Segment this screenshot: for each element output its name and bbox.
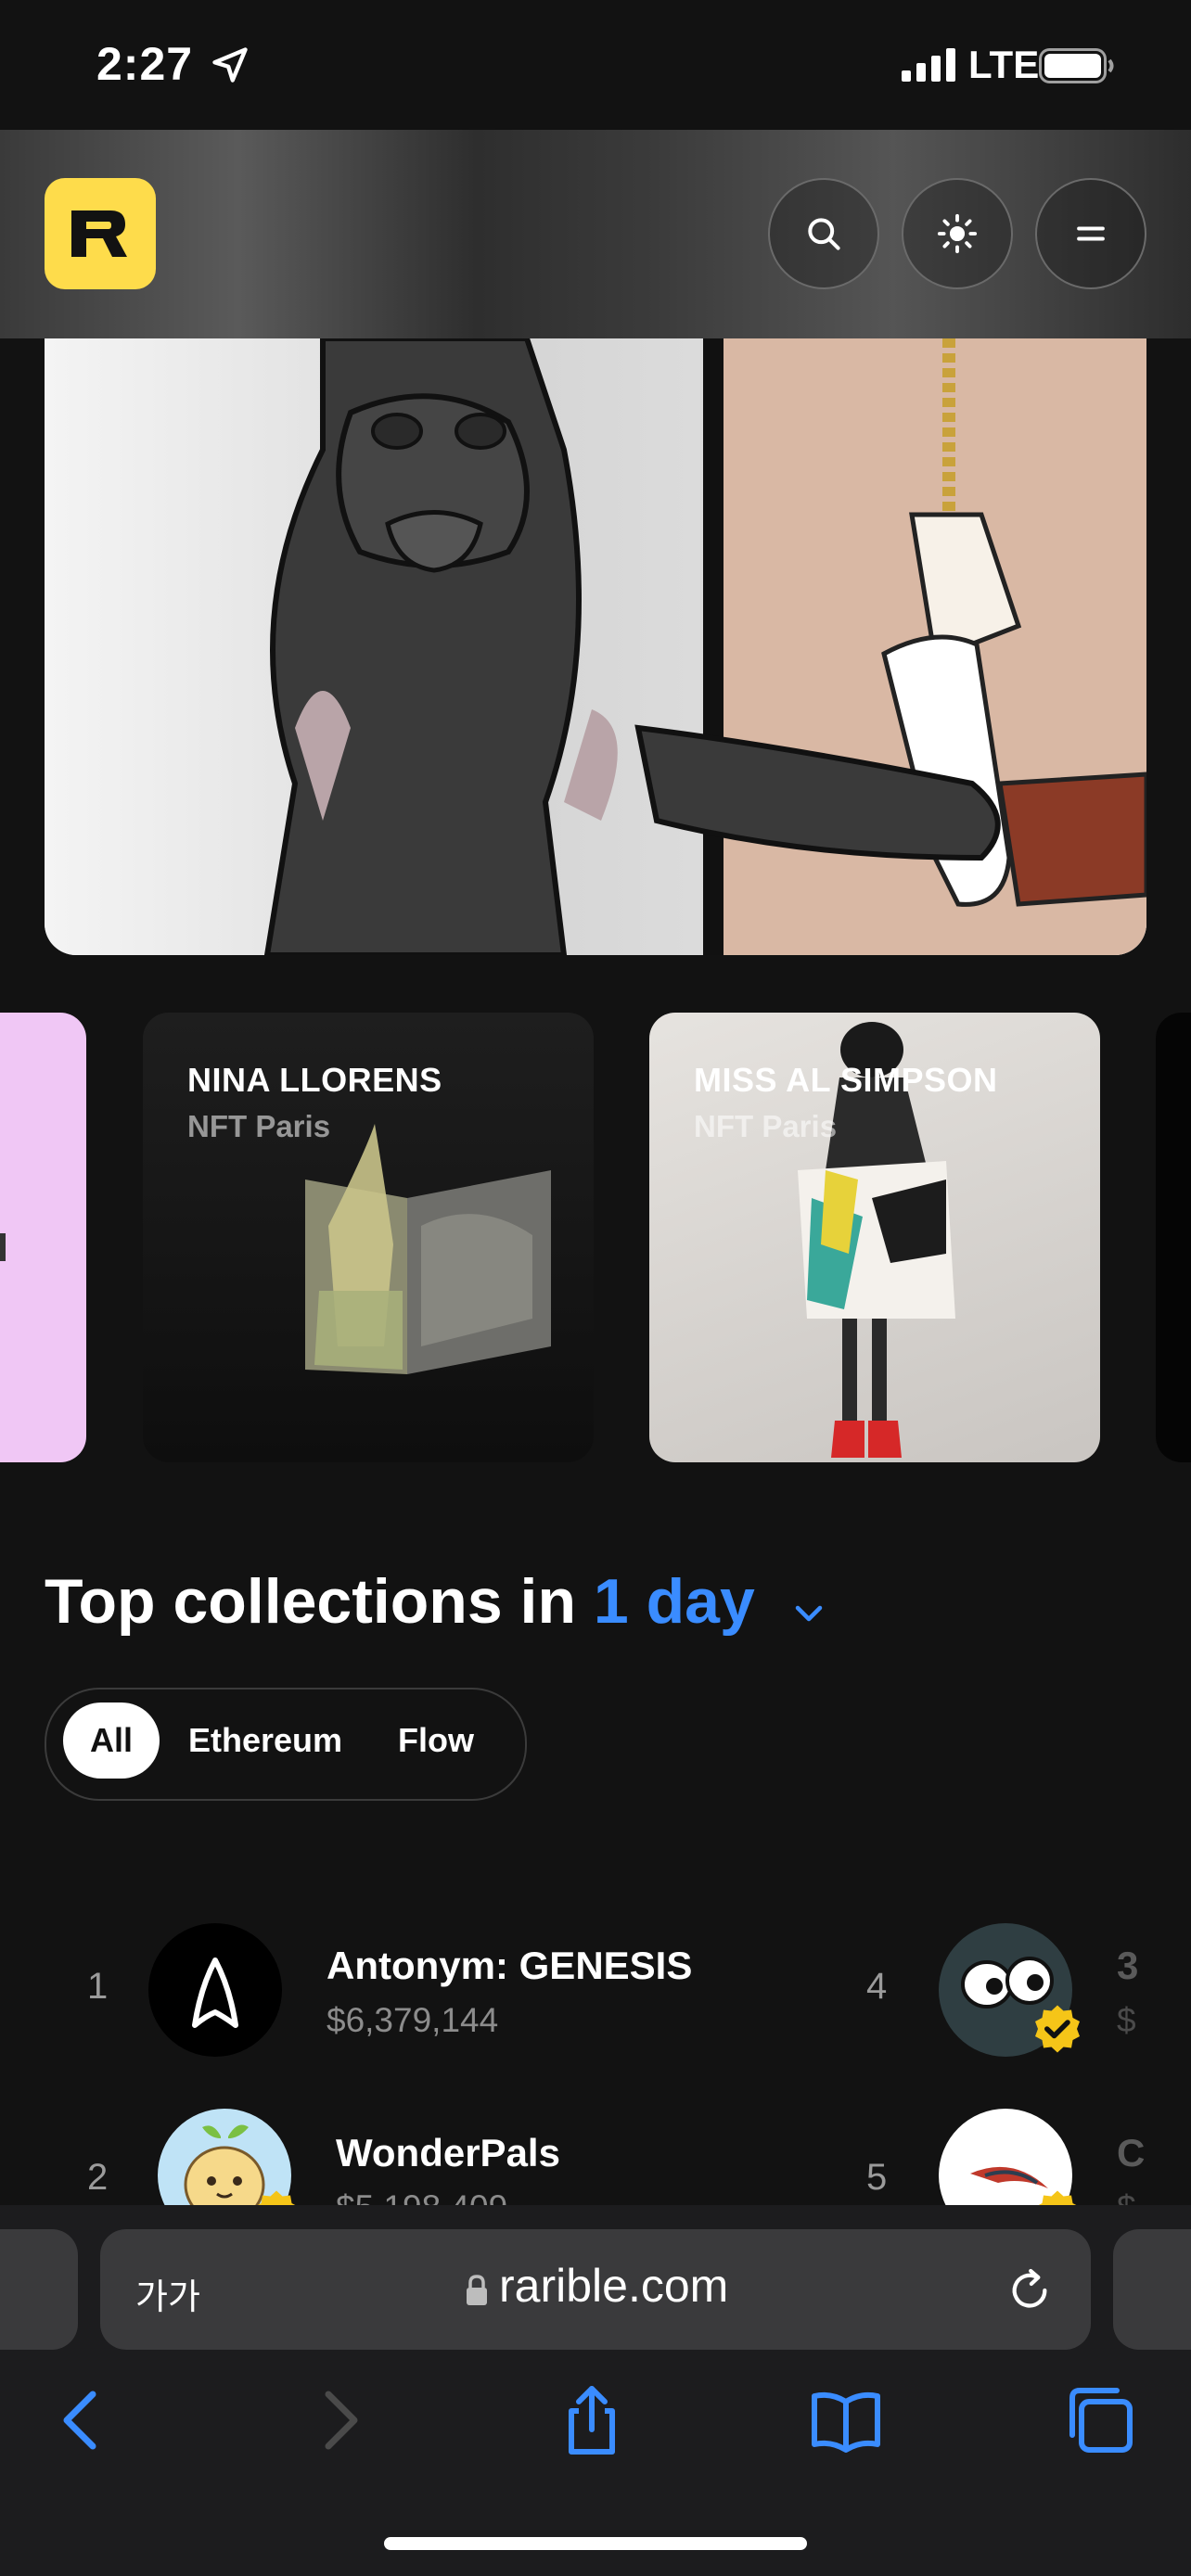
collection-rank: 1 — [87, 1966, 109, 2007]
card-title: MISS AL SIMPSON — [694, 1061, 998, 1099]
collection-volume: $ — [1117, 2188, 1136, 2205]
collection-avatar — [148, 1923, 282, 2057]
filter-all[interactable]: All — [63, 1702, 160, 1779]
next-tab-preview[interactable] — [1113, 2229, 1191, 2350]
sun-icon — [937, 213, 978, 254]
card-title: NINA LLORENS — [187, 1061, 442, 1099]
rarible-logo-icon — [71, 210, 127, 257]
status-bar: 2:27 LTE — [0, 0, 1191, 130]
collection-volume: $6,379,144 — [327, 2001, 499, 2039]
card-subtitle: NFT Paris — [187, 1109, 331, 1143]
menu-icon — [1077, 226, 1105, 241]
theme-toggle-button[interactable] — [902, 178, 1013, 289]
collection-row[interactable]: 4 3 $ — [835, 1892, 1191, 2057]
top-collections-heading: Top collections in 1 day — [45, 1565, 755, 1638]
collection-row[interactable]: 2 WonderPals $5,198,409 — [0, 2077, 742, 2205]
carousel-card[interactable]: MISS AL SIMPSON NFT Paris — [649, 1013, 1100, 1462]
share-icon[interactable] — [555, 2383, 629, 2457]
collection-name: C — [1117, 2131, 1146, 2174]
battery-icon — [1039, 48, 1114, 83]
previous-tab-preview[interactable] — [0, 2229, 78, 2350]
back-icon[interactable] — [45, 2383, 119, 2457]
collection-volume: $5,198,409 — [336, 2188, 507, 2205]
collection-rank: 2 — [87, 2157, 109, 2198]
card-subtitle: NFT Paris — [694, 1109, 838, 1143]
collection-volume: $ — [1117, 2001, 1136, 2039]
filter-flow[interactable]: Flow — [375, 1702, 497, 1779]
verified-badge-icon — [1035, 2005, 1080, 2053]
verified-badge-icon — [1038, 2190, 1077, 2205]
bookmarks-icon[interactable] — [809, 2383, 883, 2457]
collection-rank: 4 — [866, 1966, 888, 2007]
chevron-down-icon[interactable] — [794, 1602, 824, 1625]
heading-prefix: Top collections in — [45, 1566, 576, 1637]
collections-list: 1 Antonym: GENESIS $6,379,144 4 3 $ 2 Wo… — [0, 1892, 1191, 2205]
location-arrow-icon — [212, 47, 248, 83]
collection-row[interactable]: 1 Antonym: GENESIS $6,379,144 — [0, 1892, 742, 2057]
collection-name: Antonym: GENESIS — [327, 1944, 693, 1987]
hero-illustration — [45, 338, 1146, 955]
lock-icon — [467, 2275, 487, 2305]
collection-name: WonderPals — [336, 2131, 560, 2174]
featured-artwork[interactable] — [45, 338, 1146, 955]
home-indicator — [384, 2537, 807, 2550]
filter-ethereum[interactable]: Ethereum — [173, 1702, 358, 1779]
rarible-logo[interactable] — [45, 178, 156, 289]
url-text[interactable]: rarible.com — [499, 2259, 728, 2313]
reload-icon[interactable] — [1004, 2264, 1056, 2316]
carousel-card[interactable]: NINA LLORENS NFT Paris — [143, 1013, 594, 1462]
network-type: LTE — [968, 43, 1040, 86]
text-size-button[interactable]: 가가 — [135, 2268, 200, 2319]
status-time: 2:27 — [96, 38, 194, 90]
verified-badge-icon — [257, 2190, 296, 2205]
antonym-logo-icon — [192, 1958, 238, 2028]
forward-icon[interactable] — [302, 2383, 377, 2457]
cellular-signal-icon — [902, 48, 955, 82]
carousel-card-next[interactable] — [1156, 1013, 1191, 1462]
card-edge-mark — [0, 1233, 6, 1261]
search-button[interactable] — [768, 178, 879, 289]
carousel-card-prev[interactable] — [0, 1013, 86, 1462]
menu-button[interactable] — [1035, 178, 1146, 289]
collection-row[interactable]: 5 C $ — [835, 2077, 1191, 2205]
collection-rank: 5 — [866, 2157, 888, 2198]
period-selector[interactable]: 1 day — [594, 1566, 755, 1637]
collection-name: 3 — [1117, 1944, 1139, 1987]
tabs-icon[interactable] — [1063, 2383, 1137, 2457]
search-icon — [808, 218, 840, 250]
